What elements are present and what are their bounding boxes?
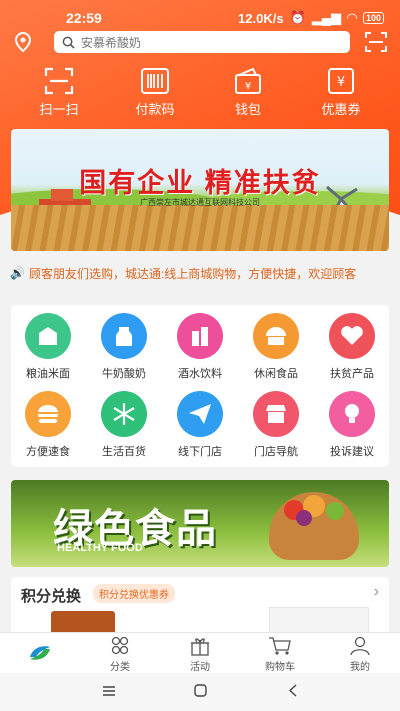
system-navigation-bar [0, 673, 400, 711]
tab-mine[interactable]: 我的 [330, 636, 390, 673]
milk-icon [101, 313, 147, 359]
category-instant-food[interactable]: 方便速食 [13, 391, 83, 459]
status-time: 22:59 [66, 10, 102, 26]
category-label: 方便速食 [26, 446, 70, 458]
handshake-icon [329, 313, 375, 359]
category-milk[interactable]: 牛奶酸奶 [89, 313, 159, 381]
category-label: 牛奶酸奶 [102, 368, 146, 380]
menu-icon[interactable] [102, 684, 116, 702]
category-label: 线下门店 [178, 446, 222, 458]
tab-cart[interactable]: 购物车 [250, 636, 310, 673]
category-poverty-products[interactable]: 扶贫产品 [317, 313, 387, 381]
chevron-right-icon[interactable]: › [374, 583, 379, 601]
alarm-icon: ⏰ [289, 10, 306, 25]
battery-icon: 100 [362, 12, 384, 24]
category-label: 扶贫产品 [330, 368, 374, 380]
category-icon [111, 636, 129, 655]
tab-activity[interactable]: 活动 [170, 636, 230, 673]
banner-subtitle: 广西崇左市城达通互联网科技公司 [140, 198, 260, 207]
farm-field [11, 205, 389, 251]
search-placeholder: 安慕希酸奶 [81, 35, 142, 50]
scan-icon[interactable] [364, 31, 388, 53]
points-title: 积分兑换 [21, 588, 82, 605]
network-speed: 12.0K/s [238, 10, 284, 26]
svg-text:¥: ¥ [245, 81, 251, 92]
quick-label: 优惠券 [321, 102, 361, 117]
home-icon[interactable] [194, 684, 207, 702]
category-label: 休闲食品 [254, 368, 298, 380]
speaker-icon: 🔊 [10, 266, 25, 280]
burger-icon [25, 391, 71, 437]
quick-actions: 扫一扫 付款码 ¥ 钱包 ¥ 优惠券 [0, 67, 400, 119]
tab-home[interactable] [10, 641, 70, 667]
category-grain-oil[interactable]: 粮油米面 [13, 313, 83, 381]
top-bar: 安慕希酸奶 [0, 31, 400, 53]
quick-label: 付款码 [135, 102, 175, 117]
home-logo-icon [30, 646, 50, 660]
grain-oil-icon [25, 313, 71, 359]
quick-wallet-button[interactable]: ¥ 钱包 [212, 67, 284, 118]
barcode-icon [141, 68, 169, 94]
drinks-icon [177, 313, 223, 359]
wifi-icon: ◠ [346, 10, 357, 25]
category-store-navigation[interactable]: 门店导航 [241, 391, 311, 459]
bottom-tab-bar: 分类 活动 购物车 我的 [0, 632, 400, 673]
fruit-basket-image [269, 492, 359, 560]
tab-label: 活动 [190, 662, 210, 673]
banner-title: 国有企业 精准扶贫 [79, 168, 321, 198]
category-offline-store[interactable]: 线下门店 [165, 391, 235, 459]
paper-plane-icon [177, 391, 223, 437]
category-snacks[interactable]: 休闲食品 [241, 313, 311, 381]
quick-coupon-button[interactable]: ¥ 优惠券 [305, 67, 377, 118]
notice-text: 顾客朋友们选购，城达通:线上商城购物，方便快捷，欢迎顾客 [28, 266, 357, 281]
search-icon [62, 36, 75, 49]
wallet-icon: ¥ [235, 67, 261, 94]
cart-icon [269, 637, 291, 655]
snowflake-icon [101, 391, 147, 437]
category-label: 门店导航 [254, 446, 298, 458]
category-grid: 粮油米面 牛奶酸奶 酒水饮料 休闲食品 扶贫产品 方便速食 生活百货 线下门店 … [11, 305, 389, 467]
category-label: 粮油米面 [26, 368, 70, 380]
quick-paycode-button[interactable]: 付款码 [119, 67, 191, 118]
store-icon [253, 391, 299, 437]
healthy-food-banner[interactable]: 绿色食品 HEALTHY FOOD [11, 480, 389, 567]
food-banner-subtitle: HEALTHY FOOD [57, 542, 143, 554]
snack-icon [253, 313, 299, 359]
points-tag[interactable]: 积分兑换优惠券 [93, 584, 175, 603]
coupon-icon: ¥ [328, 68, 354, 94]
search-input[interactable]: 安慕希酸奶 [54, 31, 350, 53]
category-drinks[interactable]: 酒水饮料 [165, 313, 235, 381]
category-complaints[interactable]: 投诉建议 [317, 391, 387, 459]
tab-label: 购物车 [265, 662, 295, 673]
quick-label: 扫一扫 [39, 102, 79, 117]
category-label: 酒水饮料 [178, 368, 222, 380]
svg-text:¥: ¥ [337, 75, 345, 90]
gift-icon [191, 638, 209, 656]
quick-label: 钱包 [234, 102, 261, 117]
user-icon [350, 636, 370, 656]
tab-label: 我的 [350, 662, 370, 673]
notice-bar[interactable]: 🔊 顾客朋友们选购，城达通:线上商城购物，方便快捷，欢迎顾客 [0, 264, 400, 282]
category-daily-goods[interactable]: 生活百货 [89, 391, 159, 459]
category-label: 投诉建议 [330, 446, 374, 458]
scan-icon [44, 67, 74, 95]
status-bar: 22:59 12.0K/s ⏰ ▂▄▆ ◠ 100 [0, 0, 400, 34]
category-label: 生活百货 [102, 446, 146, 458]
quick-scan-button[interactable]: 扫一扫 [23, 67, 95, 118]
tab-label: 分类 [110, 662, 130, 673]
signal-icon: ▂▄▆ [311, 10, 341, 25]
back-icon[interactable] [288, 684, 298, 702]
bulb-icon [329, 391, 375, 437]
tab-category[interactable]: 分类 [90, 636, 150, 673]
poverty-alleviation-banner[interactable]: 国有企业 精准扶贫 广西崇左市城达通互联网科技公司 [11, 129, 389, 251]
location-icon[interactable] [12, 31, 34, 53]
